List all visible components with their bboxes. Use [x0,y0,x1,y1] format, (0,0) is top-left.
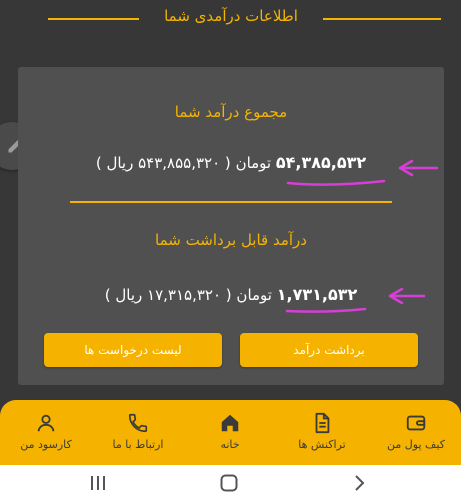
annotation-arrow-total [398,159,439,177]
home-icon [221,414,239,432]
back-icon[interactable] [349,473,369,493]
annotation-underline-total [286,179,386,186]
nav-label-profile: کارسود من [20,438,72,451]
annotation-underline-withdrawable [285,307,367,313]
user-icon [37,414,55,432]
nav-item-transactions[interactable]: تراکنش ها [276,412,368,458]
nav-label-wallet: کیف پول من [387,438,445,451]
nav-item-home[interactable]: خانه [184,412,276,458]
phone-icon [128,413,148,433]
recent-apps-icon[interactable] [88,473,108,493]
nav-item-profile[interactable]: کارسود من [0,412,92,458]
nav-label-home: خانه [220,438,240,451]
annotation-marks [285,159,439,313]
wallet-icon [406,415,426,431]
nav-label-transactions: تراکنش ها [298,438,346,451]
bottom-navigation: کیف پول من تراکنش ها خانه ارتباط با ما ک… [0,400,461,465]
nav-item-contact[interactable]: ارتباط با ما [92,412,184,458]
nav-item-wallet[interactable]: کیف پول من [370,412,461,458]
home-system-icon[interactable] [219,473,239,493]
system-nav-bar [0,465,461,500]
annotation-arrow-withdrawable [388,287,426,305]
nav-label-contact: ارتباط با ما [112,438,164,451]
document-icon [315,412,330,434]
